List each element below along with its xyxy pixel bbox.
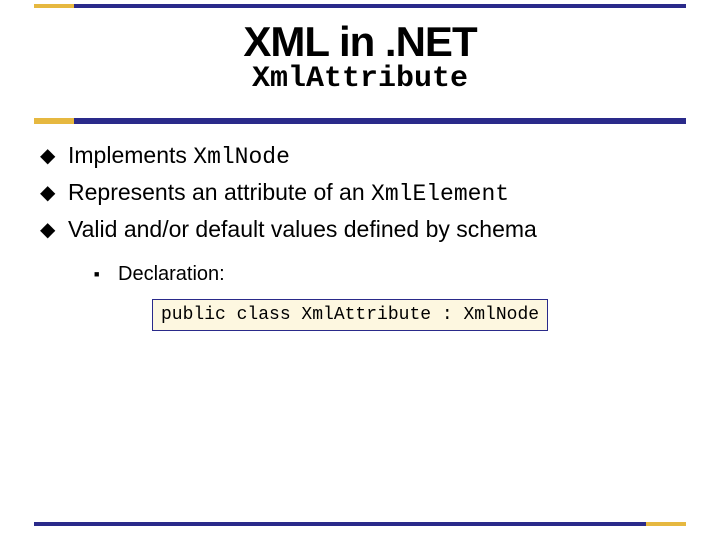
- sub-bullet-item: ■ Declaration:: [94, 261, 680, 288]
- slide-title: XML in .NET: [34, 18, 686, 66]
- bullet-text-code: XmlElement: [371, 181, 509, 207]
- sub-bullet-text: Declaration:: [118, 261, 225, 288]
- bottom-accent-bar: [34, 522, 686, 526]
- bullet-text-plain: Implements: [68, 142, 193, 168]
- bullet-text: Valid and/or default values defined by s…: [68, 214, 680, 247]
- bullet-item: ◆ Represents an attribute of an XmlEleme…: [40, 177, 680, 210]
- bullet-text-plain: Represents an attribute of an: [68, 179, 371, 205]
- bullet-text-plain: Valid and/or default values defined by s…: [68, 216, 537, 242]
- top-accent-bar: [34, 4, 686, 8]
- bullet-text-code: XmlNode: [193, 144, 290, 170]
- title-block: XML in .NET XmlAttribute: [34, 18, 686, 96]
- code-box-wrap: public class XmlAttribute : XmlNode: [152, 296, 680, 331]
- bullet-text: Implements XmlNode: [68, 140, 680, 173]
- bullet-item: ◆ Valid and/or default values defined by…: [40, 214, 680, 247]
- bullet-diamond-icon: ◆: [40, 214, 68, 244]
- slide: XML in .NET XmlAttribute ◆ Implements Xm…: [0, 0, 720, 540]
- code-declaration: public class XmlAttribute : XmlNode: [152, 299, 548, 331]
- bullet-item: ◆ Implements XmlNode: [40, 140, 680, 173]
- sub-bullet-block: ■ Declaration: public class XmlAttribute…: [94, 261, 680, 331]
- title-underline: [34, 118, 686, 124]
- bullet-text: Represents an attribute of an XmlElement: [68, 177, 680, 210]
- bullet-diamond-icon: ◆: [40, 140, 68, 170]
- bullet-square-icon: ■: [94, 261, 118, 280]
- slide-subtitle: XmlAttribute: [34, 62, 686, 96]
- content-area: ◆ Implements XmlNode ◆ Represents an att…: [40, 140, 680, 331]
- bullet-diamond-icon: ◆: [40, 177, 68, 207]
